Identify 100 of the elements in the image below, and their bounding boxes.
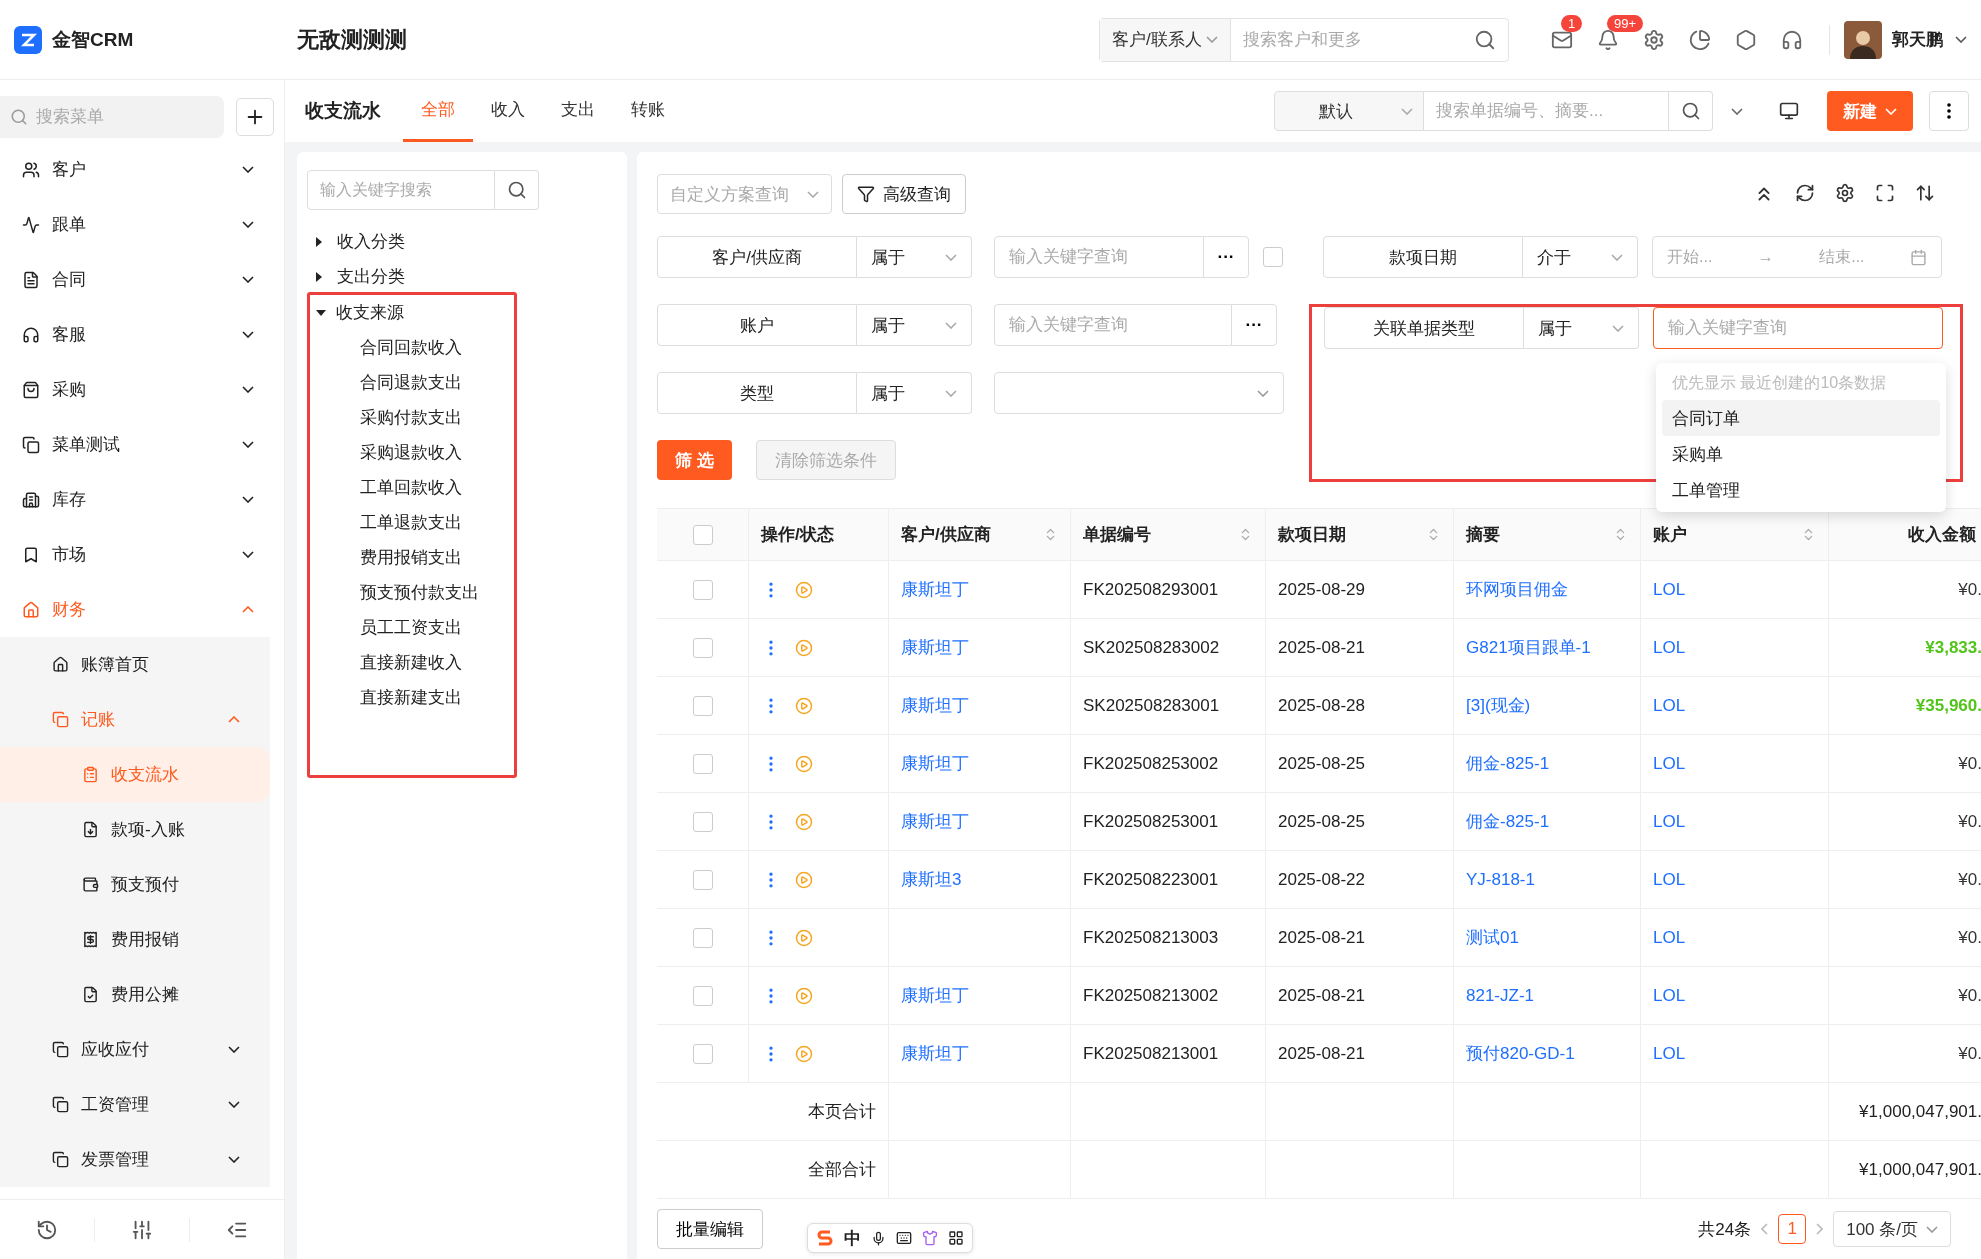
keyboard-icon[interactable] <box>896 1230 912 1246</box>
dropdown-option[interactable]: 工单管理 <box>1662 472 1940 508</box>
grid-icon[interactable] <box>948 1230 964 1246</box>
summary-link[interactable]: 佣金-825-1 <box>1466 752 1550 775</box>
scope-select[interactable]: 客户/联系人 <box>1100 18 1231 61</box>
checkbox[interactable] <box>692 695 713 716</box>
sidebar-item[interactable]: 合同 <box>0 252 284 307</box>
summary-link[interactable]: YJ-818-1 <box>1466 869 1535 890</box>
checkbox[interactable] <box>692 869 713 890</box>
account-link[interactable]: LOL <box>1653 985 1686 1006</box>
checkbox[interactable] <box>692 753 713 774</box>
column-header[interactable]: 单据编号 <box>1071 509 1266 560</box>
checkbox[interactable] <box>692 985 713 1006</box>
summary-link[interactable]: 821-JZ-1 <box>1466 985 1535 1006</box>
summary-link[interactable]: 预付820-GD-1 <box>1466 1042 1575 1065</box>
checkbox[interactable] <box>692 811 713 832</box>
sidebar-item[interactable]: 发票管理 <box>0 1132 270 1187</box>
operator-select[interactable]: 属于 <box>857 372 972 414</box>
checkbox[interactable] <box>692 637 713 658</box>
tree-node[interactable]: 收入分类 <box>307 224 617 259</box>
tree-node[interactable]: 采购退款收入 <box>310 435 514 470</box>
tree-node[interactable]: 直接新建支出 <box>310 680 514 715</box>
settings-icon[interactable] <box>1835 183 1855 203</box>
tree-node[interactable]: 收支来源 <box>310 295 514 330</box>
view-select[interactable]: 默认 <box>1274 91 1424 131</box>
checkbox[interactable] <box>692 579 713 600</box>
refresh-icon[interactable] <box>1795 183 1815 203</box>
search-input[interactable]: 搜索单据编号、摘要... <box>1424 91 1669 131</box>
search-button[interactable] <box>495 170 539 210</box>
customer-link[interactable]: 康斯坦丁 <box>901 694 969 717</box>
summary-link[interactable]: 环网项目佣金 <box>1466 578 1568 601</box>
summary-link[interactable]: G821项目跟单-1 <box>1466 636 1591 659</box>
menu-search-field[interactable]: 搜索菜单 <box>0 96 224 138</box>
notifications-button[interactable] <box>1597 28 1619 51</box>
summary-link[interactable]: 佣金-825-1 <box>1466 810 1550 833</box>
tree-node[interactable]: 采购付款支出 <box>310 400 514 435</box>
operator-select[interactable]: 介于 <box>1523 236 1638 278</box>
fullscreen-icon[interactable] <box>1875 183 1895 203</box>
search-button[interactable] <box>1669 91 1713 131</box>
search-input[interactable]: 搜索客户和更多 <box>1230 29 1474 50</box>
tree-node[interactable]: 直接新建收入 <box>310 645 514 680</box>
sidebar-item[interactable]: 应收应付 <box>0 1022 270 1077</box>
account-link[interactable]: LOL <box>1653 637 1686 658</box>
checkbox[interactable] <box>692 524 713 545</box>
account-link[interactable]: LOL <box>1653 811 1686 832</box>
advanced-query-button[interactable]: 高级查询 <box>842 174 966 214</box>
customer-link[interactable]: 康斯坦丁 <box>901 1042 969 1065</box>
operator-select[interactable]: 属于 <box>857 304 972 346</box>
account-link[interactable]: LOL <box>1653 927 1686 948</box>
operator-select[interactable]: 属于 <box>857 236 972 278</box>
tab[interactable]: 转账 <box>613 80 683 142</box>
more-button[interactable] <box>1929 91 1969 131</box>
chart-button[interactable] <box>1689 28 1711 51</box>
tree-node[interactable]: 合同回款收入 <box>310 330 514 365</box>
add-button[interactable] <box>236 98 274 136</box>
sidebar-item[interactable]: 菜单测试 <box>0 417 284 472</box>
skin-icon[interactable] <box>922 1230 938 1246</box>
customer-link[interactable]: 康斯坦丁 <box>901 636 969 659</box>
more-button[interactable]: ··· <box>1203 236 1249 278</box>
column-header[interactable]: 客户/供应商 <box>889 509 1071 560</box>
customer-link[interactable]: 康斯坦丁 <box>901 752 969 775</box>
microphone-icon[interactable] <box>871 1230 886 1246</box>
sidebar-item[interactable]: 客户 <box>0 142 284 197</box>
column-header[interactable]: 账户 <box>1641 509 1829 560</box>
tree-node[interactable]: 员工工资支出 <box>310 610 514 645</box>
account-link[interactable]: LOL <box>1653 1043 1686 1064</box>
sidebar-item[interactable]: 客服 <box>0 307 284 362</box>
summary-link[interactable]: [3](现金) <box>1466 694 1531 717</box>
sidebar-item[interactable]: 账簿首页 <box>0 637 270 692</box>
dropdown-option[interactable]: 合同订单 <box>1662 400 1940 436</box>
tree-node[interactable]: 工单回款收入 <box>310 470 514 505</box>
sidebar-item[interactable]: 市场 <box>0 527 284 582</box>
cube-button[interactable] <box>1735 28 1757 51</box>
account-link[interactable]: LOL <box>1653 869 1686 890</box>
sidebar-item[interactable]: 库存 <box>0 472 284 527</box>
dropdown-option[interactable]: 采购单 <box>1662 436 1940 472</box>
page-size-select[interactable]: 100 条/页 <box>1833 1211 1951 1247</box>
customer-link[interactable]: 康斯坦丁 <box>901 984 969 1007</box>
tree-search-input[interactable]: 输入关键字搜索 <box>307 170 495 210</box>
support-button[interactable] <box>1781 28 1803 51</box>
summary-link[interactable]: 测试01 <box>1466 926 1519 949</box>
more-button[interactable]: ··· <box>1231 304 1277 346</box>
column-header[interactable]: 款项日期 <box>1266 509 1454 560</box>
settings-button[interactable] <box>1643 28 1665 51</box>
account-link[interactable]: LOL <box>1653 695 1686 716</box>
sidebar-item[interactable]: 采购 <box>0 362 284 417</box>
search-input[interactable]: 搜索菜单 <box>34 106 184 128</box>
tree-node[interactable]: 预支预付款支出 <box>310 575 514 610</box>
sidebar-item[interactable]: 工资管理 <box>0 1077 270 1132</box>
tree-node[interactable]: 费用报销支出 <box>310 540 514 575</box>
checkbox[interactable] <box>692 927 713 948</box>
tab[interactable]: 收入 <box>473 80 543 142</box>
keyword-input[interactable]: 输入关键字查询 <box>1653 307 1943 349</box>
operator-select[interactable]: 属于 <box>1524 307 1639 349</box>
sidebar-item[interactable]: 跟单 <box>0 197 284 252</box>
global-search-bar[interactable]: 客户/联系人 搜索客户和更多 <box>1099 17 1509 62</box>
tree-node[interactable]: 工单退款支出 <box>310 505 514 540</box>
customer-link[interactable]: 康斯坦3 <box>901 868 962 891</box>
checkbox[interactable] <box>692 1043 713 1064</box>
customer-link[interactable]: 康斯坦丁 <box>901 810 969 833</box>
